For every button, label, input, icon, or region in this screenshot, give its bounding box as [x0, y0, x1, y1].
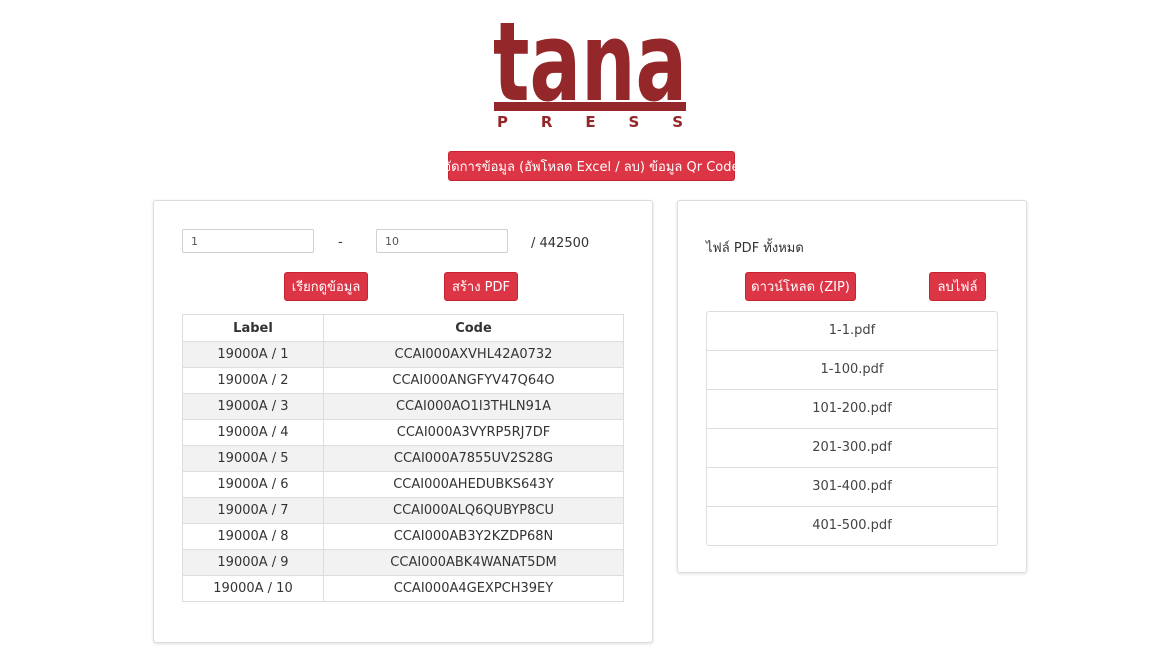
pdf-file-item[interactable]: 401-500.pdf	[707, 507, 997, 545]
table-row: 19000A / 8 CCAI000AB3Y2KZDP68N	[182, 523, 624, 550]
delete-files-button[interactable]: ลบไฟล์	[929, 272, 986, 301]
table-row: 19000A / 6 CCAI000AHEDUBKS643Y	[182, 471, 624, 498]
qr-code-table: Label Code 19000A / 1 CCAI000AXVHL42A0732…	[182, 314, 624, 602]
row-code: CCAI000AXVHL42A0732	[323, 341, 624, 368]
pdf-file-item[interactable]: 101-200.pdf	[707, 390, 997, 429]
row-label: 19000A / 6	[182, 471, 324, 498]
row-label: 19000A / 2	[182, 367, 324, 394]
row-code: CCAI000A7855UV2S28G	[323, 445, 624, 472]
row-label: 19000A / 10	[182, 575, 324, 602]
pdf-file-item[interactable]: 301-400.pdf	[707, 468, 997, 507]
pdf-file-item[interactable]: 201-300.pdf	[707, 429, 997, 468]
row-label: 19000A / 4	[182, 419, 324, 446]
row-label: 19000A / 1	[182, 341, 324, 368]
table-row: 19000A / 9 CCAI000ABK4WANAT5DM	[182, 549, 624, 576]
pdf-file-item[interactable]: 1-100.pdf	[707, 351, 997, 390]
range-from-input[interactable]	[182, 229, 314, 253]
row-code: CCAI000ALQ6QUBYP8CU	[323, 497, 624, 524]
create-pdf-button[interactable]: สร้าง PDF	[444, 272, 518, 301]
row-label: 19000A / 8	[182, 523, 324, 550]
row-label: 19000A / 7	[182, 497, 324, 524]
table-row: 19000A / 3 CCAI000AO1I3THLN91A	[182, 393, 624, 420]
table-row: 19000A / 1 CCAI000AXVHL42A0732	[182, 341, 624, 368]
row-code: CCAI000ANGFYV47Q64O	[323, 367, 624, 394]
table-row: 19000A / 7 CCAI000ALQ6QUBYP8CU	[182, 497, 624, 524]
row-label: 19000A / 5	[182, 445, 324, 472]
row-code: CCAI000AHEDUBKS643Y	[323, 471, 624, 498]
range-separator: -	[338, 235, 343, 250]
code-range-panel: - / 442500 เรียกดูข้อมูล สร้าง PDF Label…	[153, 200, 653, 643]
row-label: 19000A / 9	[182, 549, 324, 576]
fetch-data-button[interactable]: เรียกดูข้อมูล	[284, 272, 368, 301]
row-code: CCAI000AO1I3THLN91A	[323, 393, 624, 420]
row-code: CCAI000A4GEXPCH39EY	[323, 575, 624, 602]
all-pdf-title: ไฟล์ PDF ทั้งหมด	[706, 241, 804, 256]
label-column-header: Label	[182, 314, 324, 342]
svg-text:P R E S S: P R E S S	[497, 113, 683, 128]
row-code: CCAI000ABK4WANAT5DM	[323, 549, 624, 576]
table-row: 19000A / 5 CCAI000A7855UV2S28G	[182, 445, 624, 472]
table-row: 19000A / 2 CCAI000ANGFYV47Q64O	[182, 367, 624, 394]
manage-data-button[interactable]: จัดการข้อมูล (อัพโหลด Excel / ลบ) ข้อมูล…	[444, 151, 740, 181]
pdf-file-list: 1-1.pdf 1-100.pdf 101-200.pdf 201-300.pd…	[706, 311, 998, 546]
row-code: CCAI000AB3Y2KZDP68N	[323, 523, 624, 550]
download-zip-button[interactable]: ดาวน์โหลด (ZIP)	[745, 272, 856, 301]
tana-press-logo: tana P R E S S	[492, 8, 688, 128]
row-code: CCAI000A3VYRP5RJ7DF	[323, 419, 624, 446]
code-column-header: Code	[323, 314, 624, 342]
total-count: / 442500	[531, 236, 590, 251]
table-row: 19000A / 4 CCAI000A3VYRP5RJ7DF	[182, 419, 624, 446]
pdf-file-item[interactable]: 1-1.pdf	[707, 312, 997, 351]
range-to-input[interactable]	[376, 229, 508, 253]
row-label: 19000A / 3	[182, 393, 324, 420]
table-header-row: Label Code	[182, 314, 624, 342]
pdf-files-panel: ไฟล์ PDF ทั้งหมด ดาวน์โหลด (ZIP) ลบไฟล์ …	[677, 200, 1027, 573]
table-row: 19000A / 10 CCAI000A4GEXPCH39EY	[182, 575, 624, 602]
